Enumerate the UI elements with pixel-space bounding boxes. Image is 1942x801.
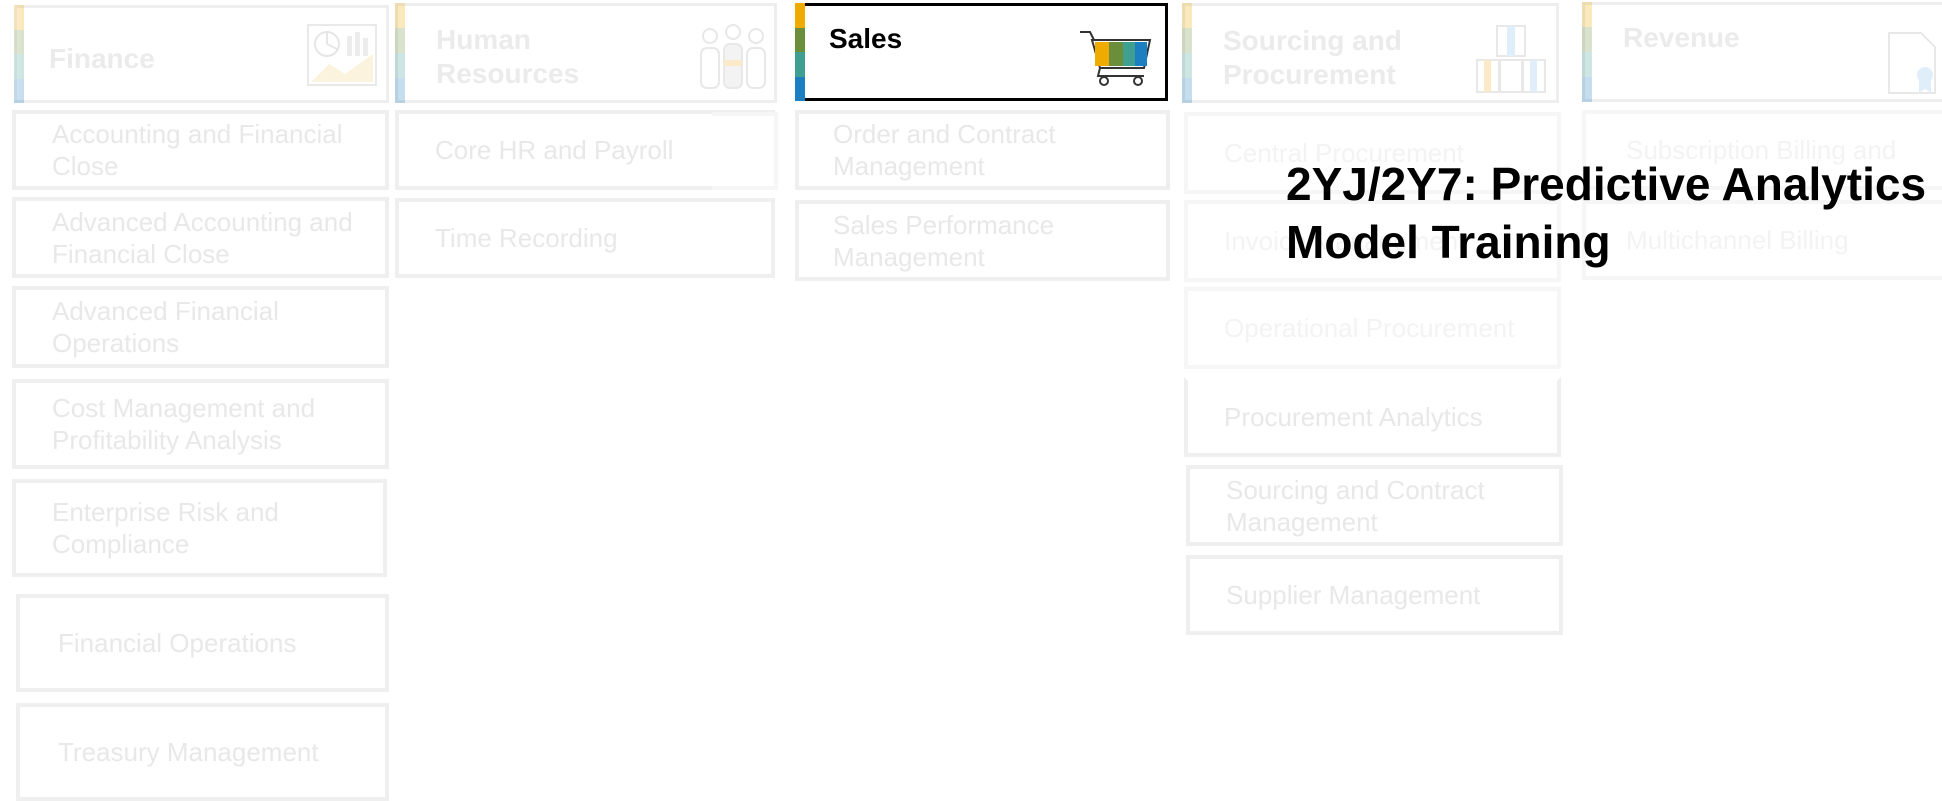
boxes-icon	[1476, 25, 1546, 93]
item-label: Accounting and Financial Close	[52, 119, 343, 181]
item-label: Time Recording	[435, 223, 618, 253]
color-bar	[395, 3, 405, 103]
category-header-finance[interactable]: Finance	[14, 5, 389, 103]
item-label: Enterprise Risk and Compliance	[52, 497, 279, 559]
item-label: Advanced Financial Operations	[52, 296, 279, 358]
left-edge-fade	[0, 0, 22, 100]
overlay-title-line-1: 2YJ/2Y7: Predictive Analytics	[1286, 158, 1927, 210]
item-label: Sourcing and Contract Management	[1226, 474, 1485, 537]
item-label: Advanced Accounting and Financial Close	[52, 206, 353, 269]
list-item-enterprise-risk[interactable]: Enterprise Risk and Compliance	[12, 479, 387, 577]
list-item-advanced-financial-ops[interactable]: Advanced Financial Operations	[12, 286, 389, 368]
shopping-cart-icon	[1080, 31, 1152, 86]
list-item-cost-management[interactable]: Cost Management and Profitability Analys…	[12, 379, 389, 469]
list-item-time-recording[interactable]: Time Recording	[395, 198, 775, 278]
item-label: Procurement Analytics	[1224, 402, 1483, 432]
list-item-advanced-accounting[interactable]: Advanced Accounting and Financial Close	[12, 197, 389, 278]
color-bar	[1582, 2, 1592, 102]
list-item-accounting[interactable]: Accounting and Financial Close	[12, 110, 389, 190]
category-title: Finance	[49, 43, 155, 74]
item-label: Treasury Management	[58, 737, 319, 767]
list-item-sourcing-contract[interactable]: Sourcing and Contract Management	[1186, 465, 1563, 546]
category-title: Sourcing and Procurement	[1223, 25, 1402, 90]
list-item-supplier-management[interactable]: Supplier Management	[1186, 555, 1563, 635]
people-icon	[700, 24, 766, 89]
category-header-sales[interactable]: Sales	[795, 3, 1168, 101]
item-label: Order and Contract Management	[833, 119, 1056, 181]
list-item-blank	[712, 112, 778, 190]
pie-chart-icon	[307, 24, 377, 86]
color-bar	[795, 3, 805, 101]
item-label: Operational Procurement	[1224, 313, 1515, 343]
item-label: Financial Operations	[58, 628, 297, 658]
list-item-order-contract[interactable]: Order and Contract Management	[795, 110, 1170, 190]
color-bar	[1182, 3, 1192, 103]
category-header-sourcing-procurement[interactable]: Sourcing and Procurement	[1182, 3, 1559, 103]
item-label: Sales Performance Management	[833, 209, 1055, 272]
category-title: Human Resources	[436, 24, 580, 89]
list-item-treasury[interactable]: Treasury Management	[16, 703, 389, 801]
item-label: Supplier Management	[1226, 580, 1481, 610]
overlay-title-line-2: Model Training	[1286, 216, 1611, 268]
list-item-procurement-analytics[interactable]: Procurement Analytics	[1184, 377, 1561, 457]
list-item-operational-procurement[interactable]: Operational Procurement	[1184, 287, 1561, 369]
list-item-sales-performance[interactable]: Sales Performance Management	[795, 200, 1170, 281]
category-header-human-resources[interactable]: Human Resources	[395, 3, 777, 103]
item-label: Cost Management and Profitability Analys…	[52, 393, 316, 455]
list-item-financial-operations[interactable]: Financial Operations	[16, 594, 389, 692]
overlay-title: 2YJ/2Y7: Predictive Analytics Model Trai…	[1286, 155, 1942, 271]
category-title: Sales	[829, 23, 903, 54]
category-header-revenue[interactable]: Revenue	[1582, 2, 1942, 102]
document-ribbon-icon	[1888, 32, 1936, 94]
category-title: Revenue	[1623, 22, 1740, 53]
